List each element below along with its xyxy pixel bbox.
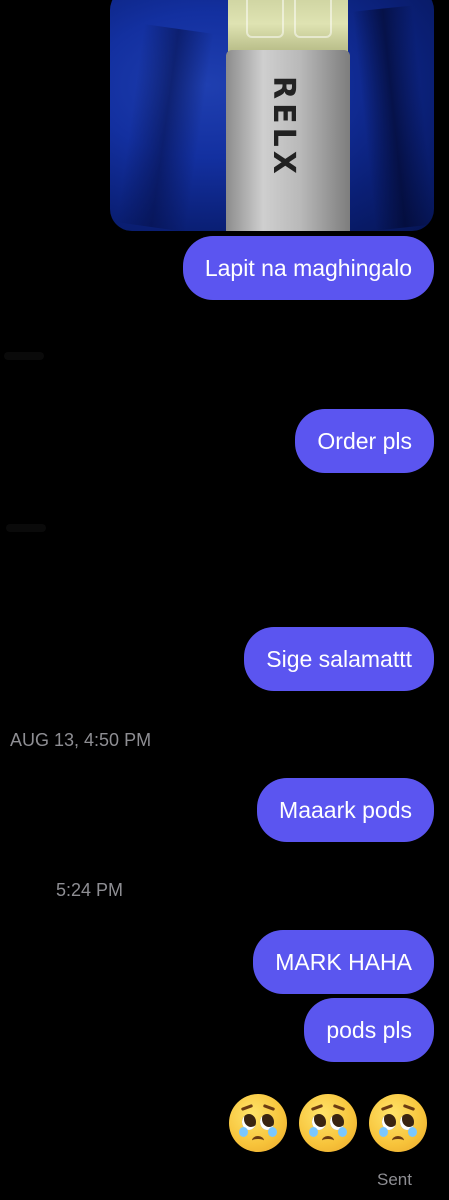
pleading-face-with-tears-icon	[369, 1094, 427, 1152]
delivery-status: Sent	[377, 1170, 412, 1189]
timestamp-divider: AUG 13, 4:50 PM	[10, 730, 152, 750]
message-bubble[interactable]: pods pls	[304, 998, 434, 1062]
timestamp-divider: 5:24 PM	[56, 880, 124, 900]
pleading-face-with-tears-icon	[299, 1094, 357, 1152]
fabric-shading	[116, 24, 214, 231]
message-bubble[interactable]: Maaark pods	[257, 778, 434, 842]
fabric-shading	[352, 5, 434, 231]
emoji-message[interactable]	[229, 1094, 427, 1152]
device-pod	[228, 0, 348, 53]
pleading-face-with-tears-icon	[229, 1094, 287, 1152]
vape-device-image: RELX	[226, 0, 352, 231]
faded-element	[4, 352, 44, 360]
message-bubble[interactable]: Sige salamattt	[244, 627, 434, 691]
device-logo: RELX	[266, 76, 301, 178]
faded-element	[6, 524, 46, 532]
photo-message[interactable]: RELX	[110, 0, 434, 231]
message-bubble[interactable]: MARK HAHA	[253, 930, 434, 994]
message-bubble[interactable]: Order pls	[295, 409, 434, 473]
message-bubble[interactable]: Lapit na maghingalo	[182, 236, 434, 300]
